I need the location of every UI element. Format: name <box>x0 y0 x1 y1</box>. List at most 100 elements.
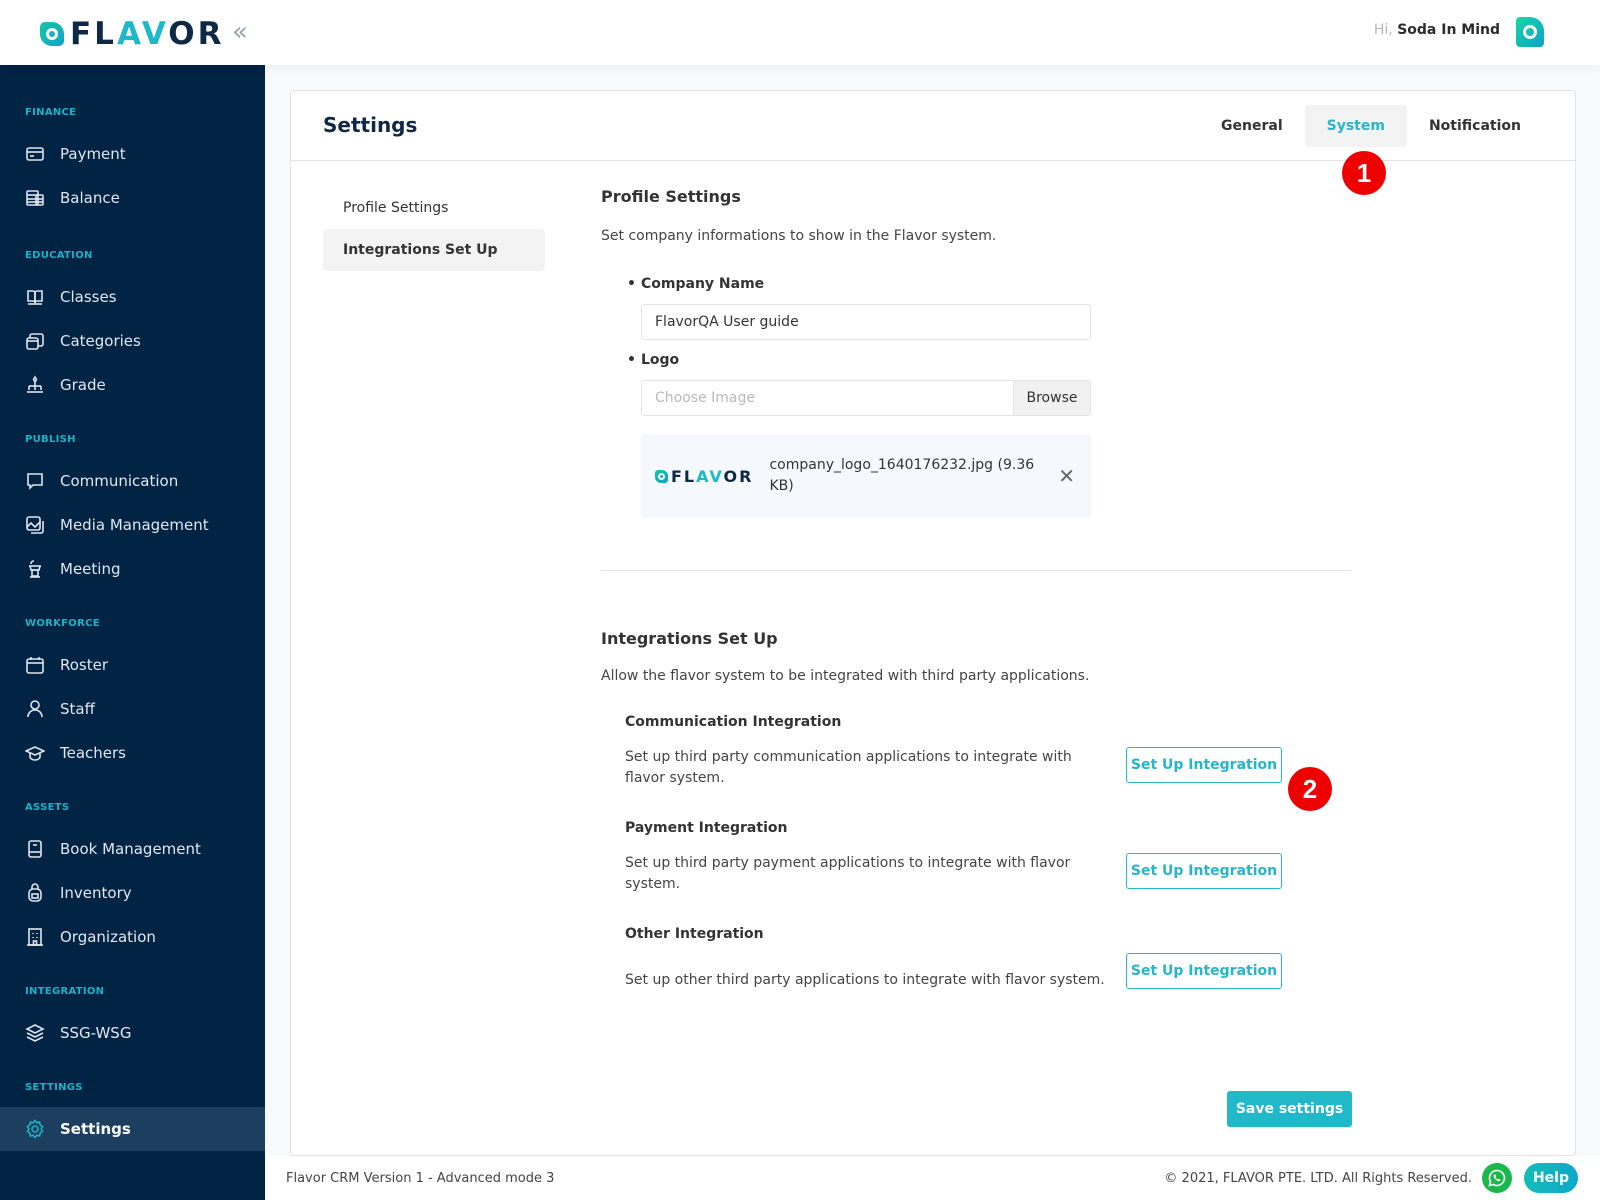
sidebar-item-label: Balance <box>60 189 120 207</box>
remove-file-icon[interactable]: ✕ <box>1058 464 1075 488</box>
sidebar-item-categories[interactable]: Categories <box>0 319 265 363</box>
communication-setup-button[interactable]: Set Up Integration <box>1126 747 1282 783</box>
open-book-icon <box>27 290 43 305</box>
ledger-icon <box>26 190 44 206</box>
graduation-cap-icon <box>25 746 45 761</box>
footer: Flavor CRM Version 1 - Advanced mode 3 ©… <box>265 1156 1600 1200</box>
settings-content: Profile Settings Set company information… <box>601 187 1351 1006</box>
sidebar-item-label: Settings <box>60 1120 131 1138</box>
sidebar-item-label: Teachers <box>60 744 126 762</box>
sidebar-item-balance[interactable]: Balance <box>0 176 265 220</box>
sidebar-section-integration: INTEGRATION <box>25 986 105 997</box>
layers-icon <box>25 1024 45 1042</box>
sidebar-item-media-management[interactable]: Media Management <box>0 503 265 547</box>
tab-system[interactable]: System <box>1304 105 1407 147</box>
sidebar-item-inventory[interactable]: Inventory <box>0 871 265 915</box>
profile-settings-title: Profile Settings <box>601 187 741 206</box>
sidebar-item-label: Staff <box>60 700 95 718</box>
integrations-title: Integrations Set Up <box>601 629 778 648</box>
other-integration: Other Integration Set up other third par… <box>601 926 1351 1006</box>
sidebar-item-label: Communication <box>60 472 179 490</box>
sidebar-item-label: SSG-WSG <box>60 1024 132 1042</box>
user-icon <box>27 700 43 718</box>
sidebar-section-publish: PUBLISH <box>25 434 76 445</box>
chat-icon <box>27 473 43 490</box>
sidebar-item-label: Book Management <box>60 840 201 858</box>
sidebar-item-book-management[interactable]: Book Management <box>0 827 265 871</box>
settings-tabs: General System Notification <box>1199 105 1543 147</box>
integration-description: Set up third party communication applica… <box>625 749 1072 786</box>
communication-integration: Communication Integration Set up third p… <box>601 714 1351 820</box>
sidebar-item-label: Inventory <box>60 884 132 902</box>
hierarchy-icon <box>27 375 43 393</box>
browse-button[interactable]: Browse <box>1013 381 1090 415</box>
whatsapp-icon <box>1488 1169 1506 1187</box>
subnav-profile-settings[interactable]: Profile Settings <box>323 187 545 229</box>
sidebar-item-payment[interactable]: Payment <box>0 132 265 176</box>
gear-icon <box>26 1119 44 1139</box>
top-header: FLAVOR « Hi, Soda In Mind <box>0 0 1600 65</box>
save-settings-button[interactable]: Save settings <box>1227 1091 1352 1127</box>
logo-thumbnail: FLAVOR <box>655 467 753 486</box>
logo-file-picker: Browse <box>641 380 1091 416</box>
sidebar-item-label: Categories <box>60 332 141 350</box>
sidebar-item-label: Organization <box>60 928 156 946</box>
subnav-integrations-set-up[interactable]: Integrations Set Up <box>323 229 545 271</box>
calendar-icon <box>26 657 44 674</box>
logo-label: Logo <box>601 352 1351 368</box>
sidebar-item-label: Media Management <box>60 516 209 534</box>
help-button[interactable]: Help <box>1524 1163 1578 1193</box>
logo-thumbnail-text: FLAVOR <box>671 466 754 486</box>
payment-integration: Payment Integration Set up third party p… <box>601 820 1351 926</box>
annotation-badge-1: 1 <box>1342 151 1386 195</box>
sidebar-item-classes[interactable]: Classes <box>0 275 265 319</box>
sidebar-item-grade[interactable]: Grade <box>0 363 265 407</box>
page-title: Settings <box>323 113 418 137</box>
credit-card-icon <box>26 147 44 161</box>
tab-general[interactable]: General <box>1199 105 1305 147</box>
book-icon <box>28 840 42 858</box>
other-setup-button[interactable]: Set Up Integration <box>1126 953 1282 989</box>
settings-card: Settings General System Notification Pro… <box>290 90 1576 1156</box>
sidebar-item-teachers[interactable]: Teachers <box>0 731 265 775</box>
whatsapp-button[interactable] <box>1482 1163 1512 1193</box>
card-header: Settings General System Notification <box>291 91 1575 161</box>
sidebar-item-label: Classes <box>60 288 117 306</box>
greeting-text: Hi, <box>1373 22 1393 38</box>
company-name-input[interactable] <box>641 304 1091 340</box>
logo-file-input[interactable] <box>642 381 1013 415</box>
profile-settings-description: Set company informations to show in the … <box>601 228 997 244</box>
logo-file-name: company_logo_1640176232.jpg (9.36 KB) <box>769 457 1035 494</box>
user-avatar[interactable] <box>1516 17 1544 47</box>
tab-notification[interactable]: Notification <box>1407 105 1543 147</box>
sidebar-item-ssg-wsg[interactable]: SSG-WSG <box>0 1011 265 1055</box>
sidebar-item-staff[interactable]: Staff <box>0 687 265 731</box>
sidebar-section-settings: SETTINGS <box>25 1082 83 1093</box>
sidebar-item-roster[interactable]: Roster <box>0 643 265 687</box>
logo-file-preview: FLAVOR company_logo_1640176232.jpg (9.36… <box>641 434 1091 518</box>
sidebar-section-assets: ASSETS <box>25 802 70 813</box>
sidebar-item-label: Grade <box>60 376 106 394</box>
building-icon <box>27 928 43 946</box>
brand-logo[interactable]: FLAVOR <box>40 16 225 52</box>
brand-name: FLAVOR <box>70 16 225 52</box>
payment-setup-button[interactable]: Set Up Integration <box>1126 853 1282 889</box>
image-gallery-icon <box>26 516 44 534</box>
user-name[interactable]: Soda In Mind <box>1397 22 1500 38</box>
sidebar-section-education: EDUCATION <box>25 250 93 261</box>
sidebar-item-label: Roster <box>60 656 109 674</box>
sidebar-item-label: Meeting <box>60 560 121 578</box>
podium-icon <box>29 560 41 578</box>
settings-subnav: Profile Settings Integrations Set Up <box>323 187 545 271</box>
sidebar-item-communication[interactable]: Communication <box>0 459 265 503</box>
backpack-icon <box>28 883 42 902</box>
collapse-sidebar-icon[interactable]: « <box>232 18 248 46</box>
sidebar-item-organization[interactable]: Organization <box>0 915 265 959</box>
annotation-badge-2: 2 <box>1288 767 1332 811</box>
sidebar-item-meeting[interactable]: Meeting <box>0 547 265 591</box>
integration-title: Communication Integration <box>625 714 842 730</box>
sidebar-section-workforce: WORKFORCE <box>25 618 100 629</box>
integration-description: Set up other third party applications to… <box>625 972 1105 988</box>
sidebar-item-settings[interactable]: Settings <box>0 1107 265 1151</box>
version-text: Flavor CRM Version 1 - Advanced mode 3 <box>286 1170 555 1186</box>
